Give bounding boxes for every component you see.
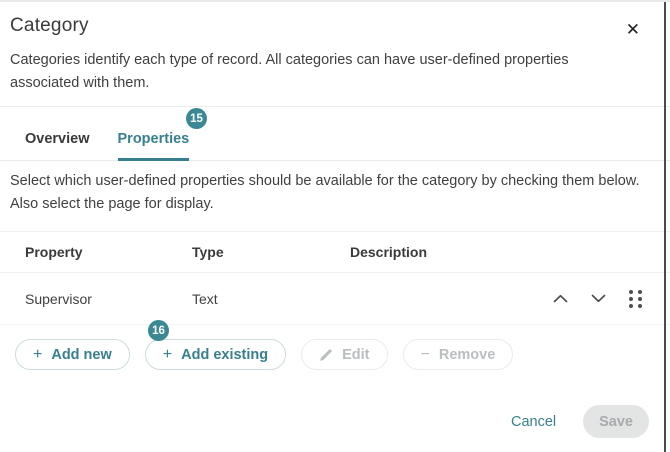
save-button[interactable]: Save <box>583 405 649 438</box>
dialog-footer: Cancel Save <box>511 405 649 438</box>
tab-overview[interactable]: Overview <box>25 124 90 160</box>
remove-button[interactable]: − Remove <box>402 339 514 370</box>
add-existing-step-badge: 16 <box>148 320 169 341</box>
window-edge <box>664 2 666 452</box>
column-header-description: Description <box>350 244 428 260</box>
dialog-description: Categories identify each type of record.… <box>10 52 569 91</box>
category-dialog: Category ✕ Categories identify each type… <box>0 2 670 452</box>
table-header: Property Type Description <box>0 231 670 273</box>
minus-icon: − <box>420 345 430 363</box>
row-controls <box>514 289 642 308</box>
table-actions: + Add new + Add existing Edit − Remove 1… <box>0 320 670 370</box>
plus-icon: + <box>162 345 173 363</box>
dialog-header: Category ✕ <box>0 2 670 42</box>
column-header-property: Property <box>25 244 83 260</box>
cell-type: Text <box>192 290 218 307</box>
tab-bar: Overview Properties 15 <box>0 107 670 161</box>
close-icon[interactable]: ✕ <box>624 17 642 42</box>
add-new-button[interactable]: + Add new <box>15 339 130 370</box>
drag-handle-icon[interactable] <box>629 289 642 308</box>
page-title: Category <box>10 15 89 36</box>
chevron-up-icon[interactable] <box>553 294 568 303</box>
add-existing-label: Add existing <box>181 346 269 363</box>
plus-icon: + <box>33 345 43 363</box>
cell-property: Supervisor <box>25 290 92 307</box>
pencil-icon <box>319 348 333 362</box>
properties-step-badge: 15 <box>186 108 207 129</box>
column-header-type: Type <box>192 244 224 260</box>
add-existing-button[interactable]: + Add existing <box>144 339 287 370</box>
chevron-down-icon[interactable] <box>591 294 606 303</box>
add-new-label: Add new <box>51 346 112 363</box>
properties-table: Property Type Description Supervisor Tex… <box>0 231 670 325</box>
table-row: Supervisor Text <box>0 273 670 325</box>
remove-label: Remove <box>438 346 496 363</box>
edit-label: Edit <box>342 346 370 363</box>
tab-properties[interactable]: Properties <box>117 124 190 161</box>
edit-button[interactable]: Edit <box>301 339 388 370</box>
cancel-button[interactable]: Cancel <box>511 414 556 430</box>
properties-instruction: Select which user-defined properties sho… <box>10 173 640 212</box>
